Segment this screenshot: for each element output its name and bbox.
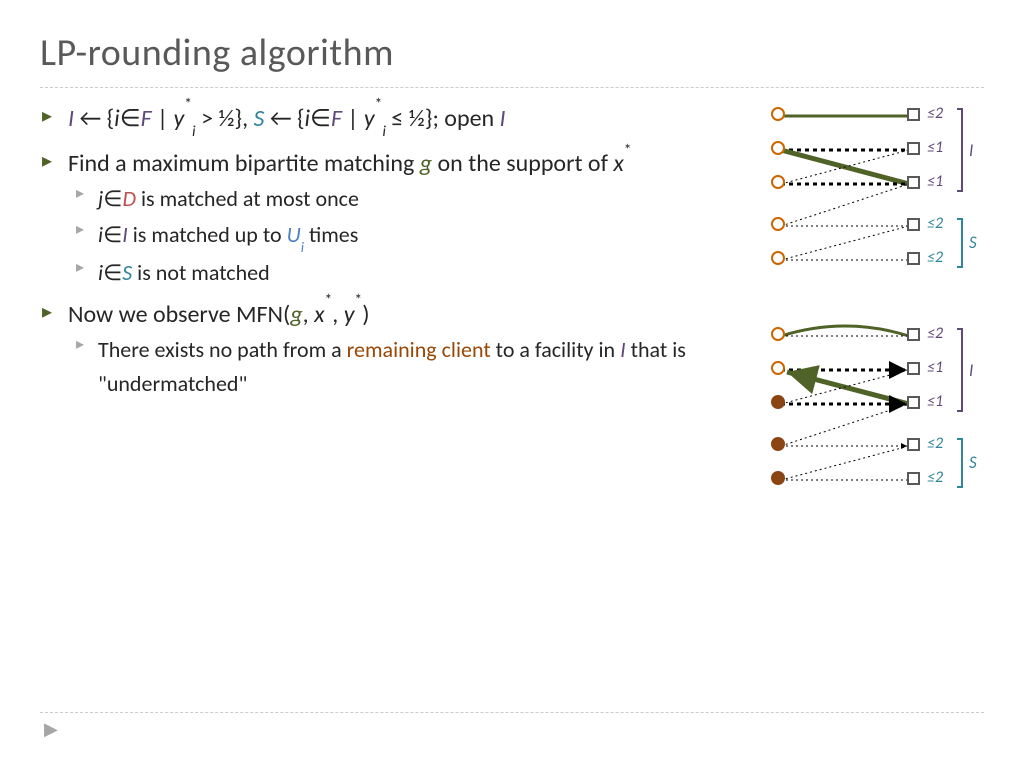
client-node <box>771 327 785 341</box>
facility-node <box>907 438 920 451</box>
diagram-column: ≤2 ≤1 ≤1 ≤2 ≤2 I S <box>759 102 984 542</box>
bullet-3a: There exists no path from a remaining cl… <box>68 333 739 401</box>
client-node <box>771 107 785 121</box>
bullet-2a: j∈D is matched at most once <box>68 182 739 216</box>
bullet-1: I ← {i∈F | y*i > ½}, S ← {i∈F | y*i ≤ ½}… <box>40 102 739 139</box>
content-row: I ← {i∈F | y*i > ½}, S ← {i∈F | y*i ≤ ½}… <box>40 102 984 542</box>
diagram-bottom: ≤2 ≤1 ≤1 ≤2 ≤2 I S <box>759 322 984 512</box>
facility-node <box>907 142 920 155</box>
facility-node <box>907 108 920 121</box>
edges-top <box>759 102 984 292</box>
bullet-2c: i∈S is not matched <box>68 256 739 290</box>
sublist-3: There exists no path from a remaining cl… <box>68 333 739 401</box>
bullet-list: I ← {i∈F | y*i > ½}, S ← {i∈F | y*i ≤ ½}… <box>40 102 739 401</box>
sublist-2: j∈D is matched at most once i∈I is match… <box>68 182 739 290</box>
divider-top <box>40 87 984 88</box>
text-column: I ← {i∈F | y*i > ½}, S ← {i∈F | y*i ≤ ½}… <box>40 102 739 542</box>
bullet-2b: i∈I is matched up to Ui times <box>68 218 739 254</box>
bullet-2: Find a maximum bipartite matching g on t… <box>40 147 739 290</box>
facility-node <box>907 176 920 189</box>
capacity-label: ≤2 <box>927 324 943 343</box>
divider-bottom <box>40 712 984 713</box>
client-node <box>771 251 785 265</box>
capacity-label: ≤2 <box>927 434 943 453</box>
slide: LP-rounding algorithm I ← {i∈F | y*i > ½… <box>0 0 1024 768</box>
facility-node <box>907 328 920 341</box>
client-node <box>771 361 785 375</box>
capacity-label: ≤2 <box>927 104 943 123</box>
capacity-label: ≤1 <box>927 172 943 191</box>
client-node <box>771 175 785 189</box>
capacity-label: ≤1 <box>927 392 943 411</box>
decor-arrow-icon: ▶ <box>44 718 58 740</box>
bracket-label-i: I <box>969 360 973 381</box>
capacity-label: ≤2 <box>927 214 943 233</box>
slide-title: LP-rounding algorithm <box>40 30 984 84</box>
capacity-label: ≤1 <box>927 358 943 377</box>
diagram-top: ≤2 ≤1 ≤1 ≤2 ≤2 I S <box>759 102 984 292</box>
bullet-3: Now we observe MFN(g, x*, y*) There exis… <box>40 298 739 401</box>
capacity-label: ≤2 <box>927 468 943 487</box>
bracket-label-s: S <box>969 452 977 473</box>
capacity-label: ≤1 <box>927 138 943 157</box>
facility-node <box>907 396 920 409</box>
client-node <box>771 217 785 231</box>
bracket-label-i: I <box>969 140 973 161</box>
bracket-i <box>957 108 963 192</box>
client-node <box>771 141 785 155</box>
bracket-s <box>957 438 963 488</box>
client-node-filled <box>771 437 785 451</box>
edges-bottom <box>759 322 984 512</box>
facility-node <box>907 218 920 231</box>
bracket-i <box>957 328 963 412</box>
client-node-filled <box>771 471 785 485</box>
capacity-label: ≤2 <box>927 248 943 267</box>
facility-node <box>907 472 920 485</box>
bracket-s <box>957 218 963 268</box>
bracket-label-s: S <box>969 232 977 253</box>
facility-node <box>907 252 920 265</box>
facility-node <box>907 362 920 375</box>
client-node-filled <box>771 395 785 409</box>
